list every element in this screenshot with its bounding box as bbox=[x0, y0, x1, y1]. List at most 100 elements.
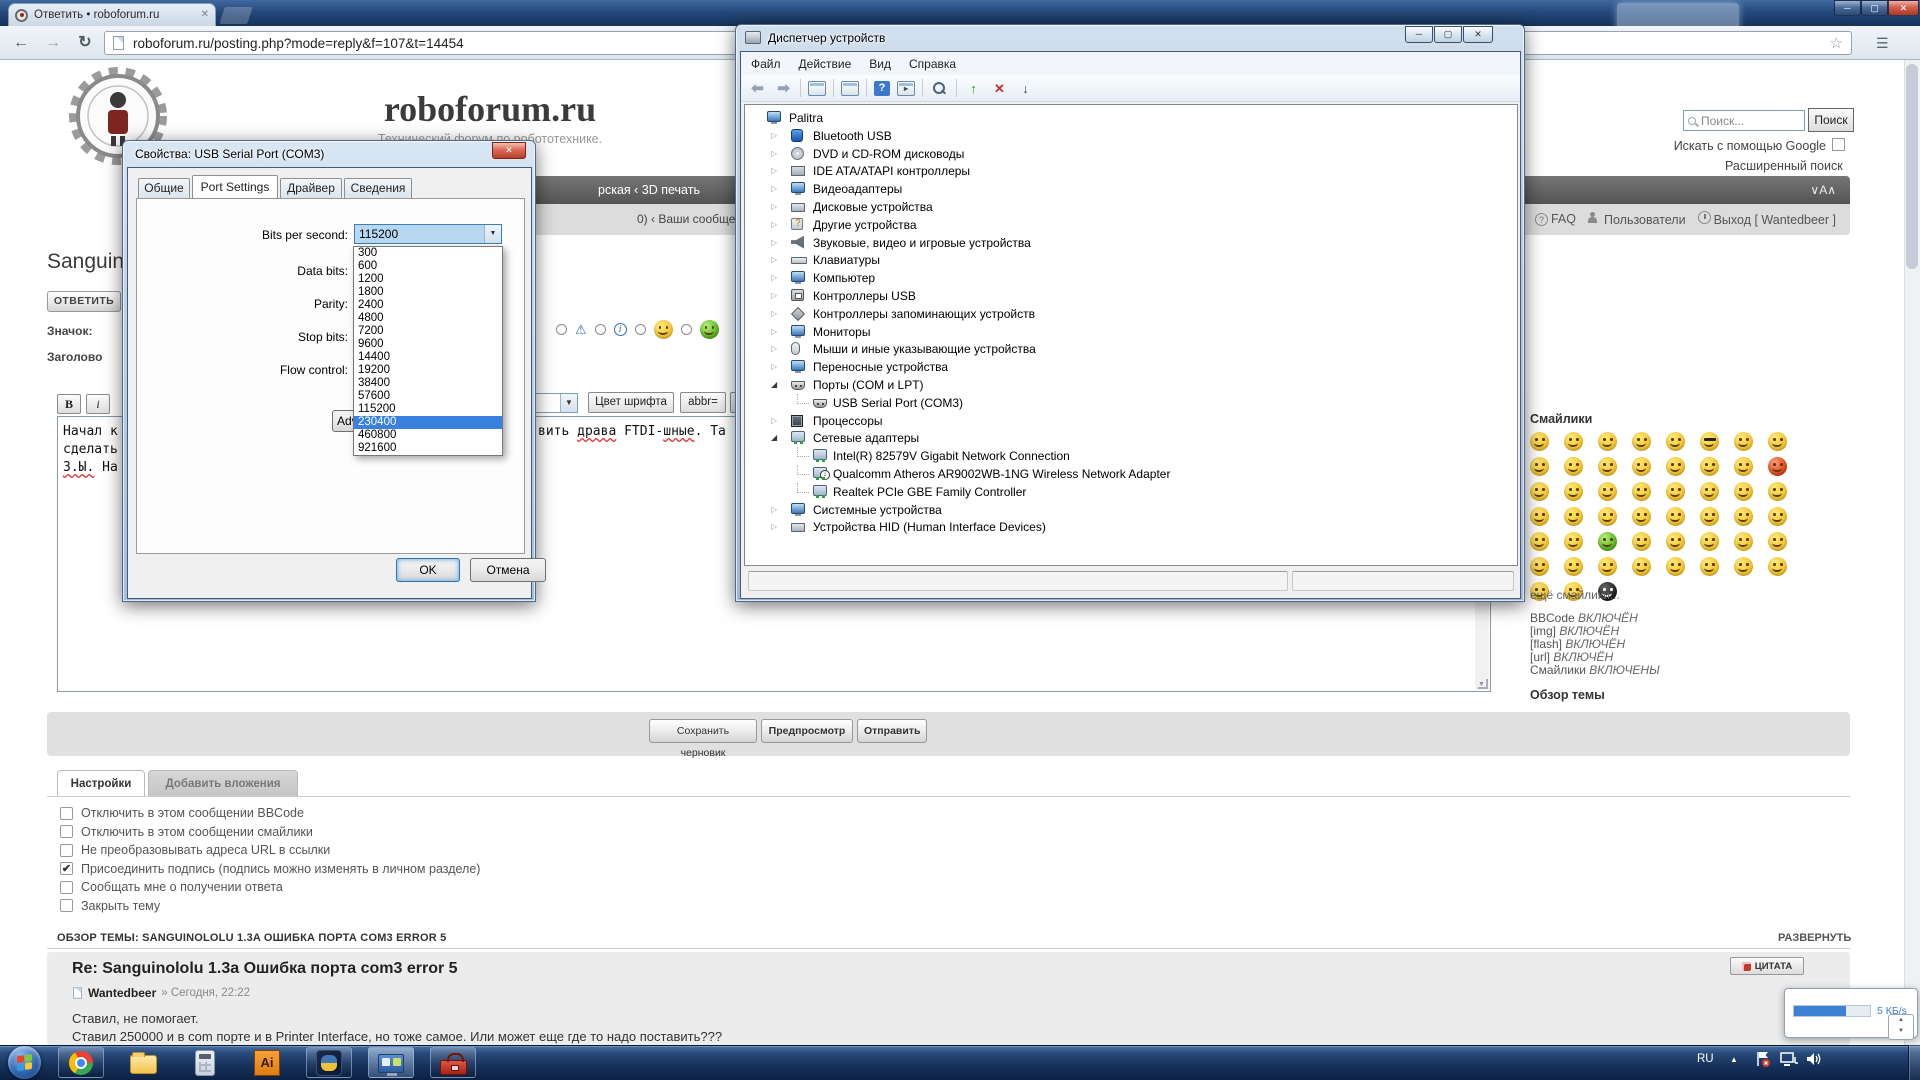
action-center-flag-icon[interactable] bbox=[1754, 1050, 1772, 1068]
tree-row[interactable]: Realtek PCIe GBE Family Controller bbox=[745, 483, 1517, 501]
smile-smiley-icon[interactable] bbox=[1700, 507, 1719, 526]
expand-link[interactable]: РАЗВЕРНУТЬ bbox=[1778, 932, 1851, 944]
grin-smiley-icon[interactable] bbox=[1666, 557, 1685, 576]
grin-smiley-icon[interactable] bbox=[1632, 507, 1651, 526]
tree-row[interactable]: ▷Переносные устройства bbox=[745, 358, 1517, 376]
smile-smiley-icon[interactable] bbox=[1530, 507, 1549, 526]
ok-button[interactable]: OK bbox=[396, 558, 460, 582]
advanced-search-link[interactable]: Расширенный поиск bbox=[1725, 159, 1843, 173]
tree-row[interactable]: ◢Сетевые адаптеры bbox=[745, 429, 1517, 447]
razz-smiley-icon[interactable] bbox=[1768, 432, 1787, 451]
cancel-button[interactable]: Отмена bbox=[470, 558, 546, 582]
dropdown-option[interactable]: 19200 bbox=[354, 364, 502, 377]
cool-smiley-icon[interactable] bbox=[1700, 432, 1719, 451]
laugh-smiley-icon[interactable] bbox=[1768, 532, 1787, 551]
laugh-smiley-icon[interactable] bbox=[1666, 457, 1685, 476]
tree-row[interactable]: ▷Мониторы bbox=[745, 323, 1517, 341]
laugh-smiley-icon[interactable] bbox=[1700, 482, 1719, 501]
smile-smiley-icon[interactable] bbox=[1530, 457, 1549, 476]
dropdown-option[interactable]: 2400 bbox=[354, 299, 502, 312]
action-pane-icon[interactable]: ▸ bbox=[897, 81, 915, 96]
tree-row[interactable]: ▷Системные устройства bbox=[745, 501, 1517, 519]
dm-close-icon[interactable]: ✕ bbox=[1463, 26, 1493, 43]
nav-link[interactable]: Пользователи bbox=[1588, 211, 1686, 227]
browser-menu-icon[interactable]: ☰ bbox=[1876, 34, 1898, 52]
dropdown-option[interactable]: 38400 bbox=[354, 377, 502, 390]
post-icon-radio[interactable] bbox=[556, 324, 567, 335]
collapsed-arrow-icon[interactable]: ▷ bbox=[771, 416, 777, 425]
search-button[interactable]: Поиск bbox=[1808, 108, 1854, 132]
smile-smiley-icon[interactable] bbox=[1632, 457, 1651, 476]
font-size-widget[interactable]: ∨A∧ bbox=[1810, 183, 1836, 197]
smile-smiley-icon[interactable] bbox=[1598, 507, 1617, 526]
submit-button[interactable]: Сохранить черновик bbox=[649, 719, 757, 743]
smile-smiley-icon[interactable] bbox=[1530, 557, 1549, 576]
hidden-icons-button[interactable]: ▲ bbox=[1730, 1055, 1738, 1064]
dialog-tab-сведения[interactable]: Сведения bbox=[344, 178, 412, 199]
back-icon[interactable]: ⬅ bbox=[748, 80, 767, 97]
collapsed-arrow-icon[interactable]: ▷ bbox=[771, 505, 777, 514]
wink-smiley-icon[interactable] bbox=[1598, 482, 1617, 501]
post-icon-radio[interactable] bbox=[681, 324, 692, 335]
start-button[interactable] bbox=[8, 1046, 41, 1079]
tab-attachments[interactable]: Добавить вложения bbox=[148, 770, 298, 797]
collapsed-arrow-icon[interactable]: ▷ bbox=[771, 327, 777, 336]
collapsed-arrow-icon[interactable]: ▷ bbox=[771, 255, 777, 264]
collapsed-arrow-icon[interactable]: ▷ bbox=[771, 238, 777, 247]
green-smiley-icon[interactable] bbox=[1598, 532, 1617, 551]
collapsed-arrow-icon[interactable]: ▷ bbox=[771, 220, 777, 229]
checkbox[interactable] bbox=[60, 825, 73, 838]
textarea-resize-handle[interactable] bbox=[1478, 679, 1488, 689]
dropdown-option[interactable]: 9600 bbox=[354, 338, 502, 351]
expanded-arrow-icon[interactable]: ◢ bbox=[771, 380, 777, 389]
laugh-smiley-icon[interactable] bbox=[1666, 507, 1685, 526]
dropdown-option[interactable]: 4800 bbox=[354, 312, 502, 325]
wink-smiley-icon[interactable] bbox=[1564, 507, 1583, 526]
google-search-checkbox[interactable] bbox=[1832, 138, 1845, 151]
grin-smiley-icon[interactable] bbox=[1700, 532, 1719, 551]
tree-row[interactable]: ▷Bluetooth USB bbox=[745, 127, 1517, 145]
red-smiley-icon[interactable] bbox=[1768, 457, 1787, 476]
collapsed-arrow-icon[interactable]: ▷ bbox=[771, 522, 777, 531]
post-title[interactable]: Re: Sanguinololu 1.3a Ошибка порта com3 … bbox=[72, 960, 458, 978]
menu-файл[interactable]: Файл bbox=[742, 54, 790, 74]
reply-button[interactable]: ОТВЕТИТЬ bbox=[47, 291, 121, 312]
tree-row[interactable]: ▷Контроллеры USB bbox=[745, 287, 1517, 305]
smile-smiley-icon[interactable] bbox=[1768, 557, 1787, 576]
control-panel-taskbar-button[interactable] bbox=[368, 1047, 414, 1078]
dialog-tab-драйвер[interactable]: Драйвер bbox=[280, 178, 342, 199]
checkbox[interactable] bbox=[60, 807, 73, 820]
grin-smiley-icon[interactable] bbox=[1598, 432, 1617, 451]
tree-row[interactable]: ▷Устройства HID (Human Interface Devices… bbox=[745, 518, 1517, 536]
tree-row[interactable]: Intel(R) 82579V Gigabit Network Connecti… bbox=[745, 447, 1517, 465]
tree-row[interactable]: USB Serial Port (COM3) bbox=[745, 394, 1517, 412]
tree-row[interactable]: ▷Мыши и иные указывающие устройства bbox=[745, 340, 1517, 358]
explorer-taskbar-button[interactable] bbox=[120, 1047, 166, 1078]
post-author[interactable]: Wantedbeer bbox=[88, 986, 156, 1000]
window-maximize-button[interactable]: ▢ bbox=[1861, 0, 1888, 16]
menu-справка[interactable]: Справка bbox=[900, 54, 965, 74]
dm-minimize-button[interactable]: ─ bbox=[1405, 26, 1433, 43]
calculator-taskbar-button[interactable] bbox=[182, 1047, 228, 1078]
disable-device-icon[interactable]: ✕ bbox=[990, 80, 1009, 97]
collapsed-arrow-icon[interactable]: ▷ bbox=[771, 131, 777, 140]
smile-smiley-icon[interactable] bbox=[1530, 532, 1549, 551]
collapsed-arrow-icon[interactable]: ▷ bbox=[771, 291, 777, 300]
site-title[interactable]: roboforum.ru bbox=[300, 88, 680, 130]
bookmark-star-icon[interactable]: ☆ bbox=[1830, 34, 1843, 52]
tab-close-icon[interactable]: ✕ bbox=[201, 10, 209, 20]
collapsed-arrow-icon[interactable]: ▷ bbox=[771, 166, 777, 175]
smile-smiley-icon[interactable] bbox=[1768, 507, 1787, 526]
submit-button[interactable]: Отправить bbox=[857, 719, 927, 743]
tree-row[interactable]: ▷Контроллеры запоминающих устройств bbox=[745, 305, 1517, 323]
tree-row[interactable]: Palitra bbox=[745, 109, 1517, 127]
smile-smiley-icon[interactable] bbox=[1700, 457, 1719, 476]
smile-smiley-icon[interactable] bbox=[1598, 557, 1617, 576]
abbr-button[interactable]: abbr= bbox=[680, 392, 726, 413]
tree-row[interactable]: Qualcomm Atheros AR9002WB-1NG Wireless N… bbox=[745, 465, 1517, 483]
laugh-smiley-icon[interactable] bbox=[1734, 557, 1753, 576]
smile-smiley-icon[interactable] bbox=[1734, 482, 1753, 501]
chrome-taskbar-button[interactable] bbox=[58, 1047, 104, 1078]
dropdown-option[interactable]: 7200 bbox=[354, 325, 502, 338]
tab-settings[interactable]: Настройки bbox=[57, 770, 145, 797]
